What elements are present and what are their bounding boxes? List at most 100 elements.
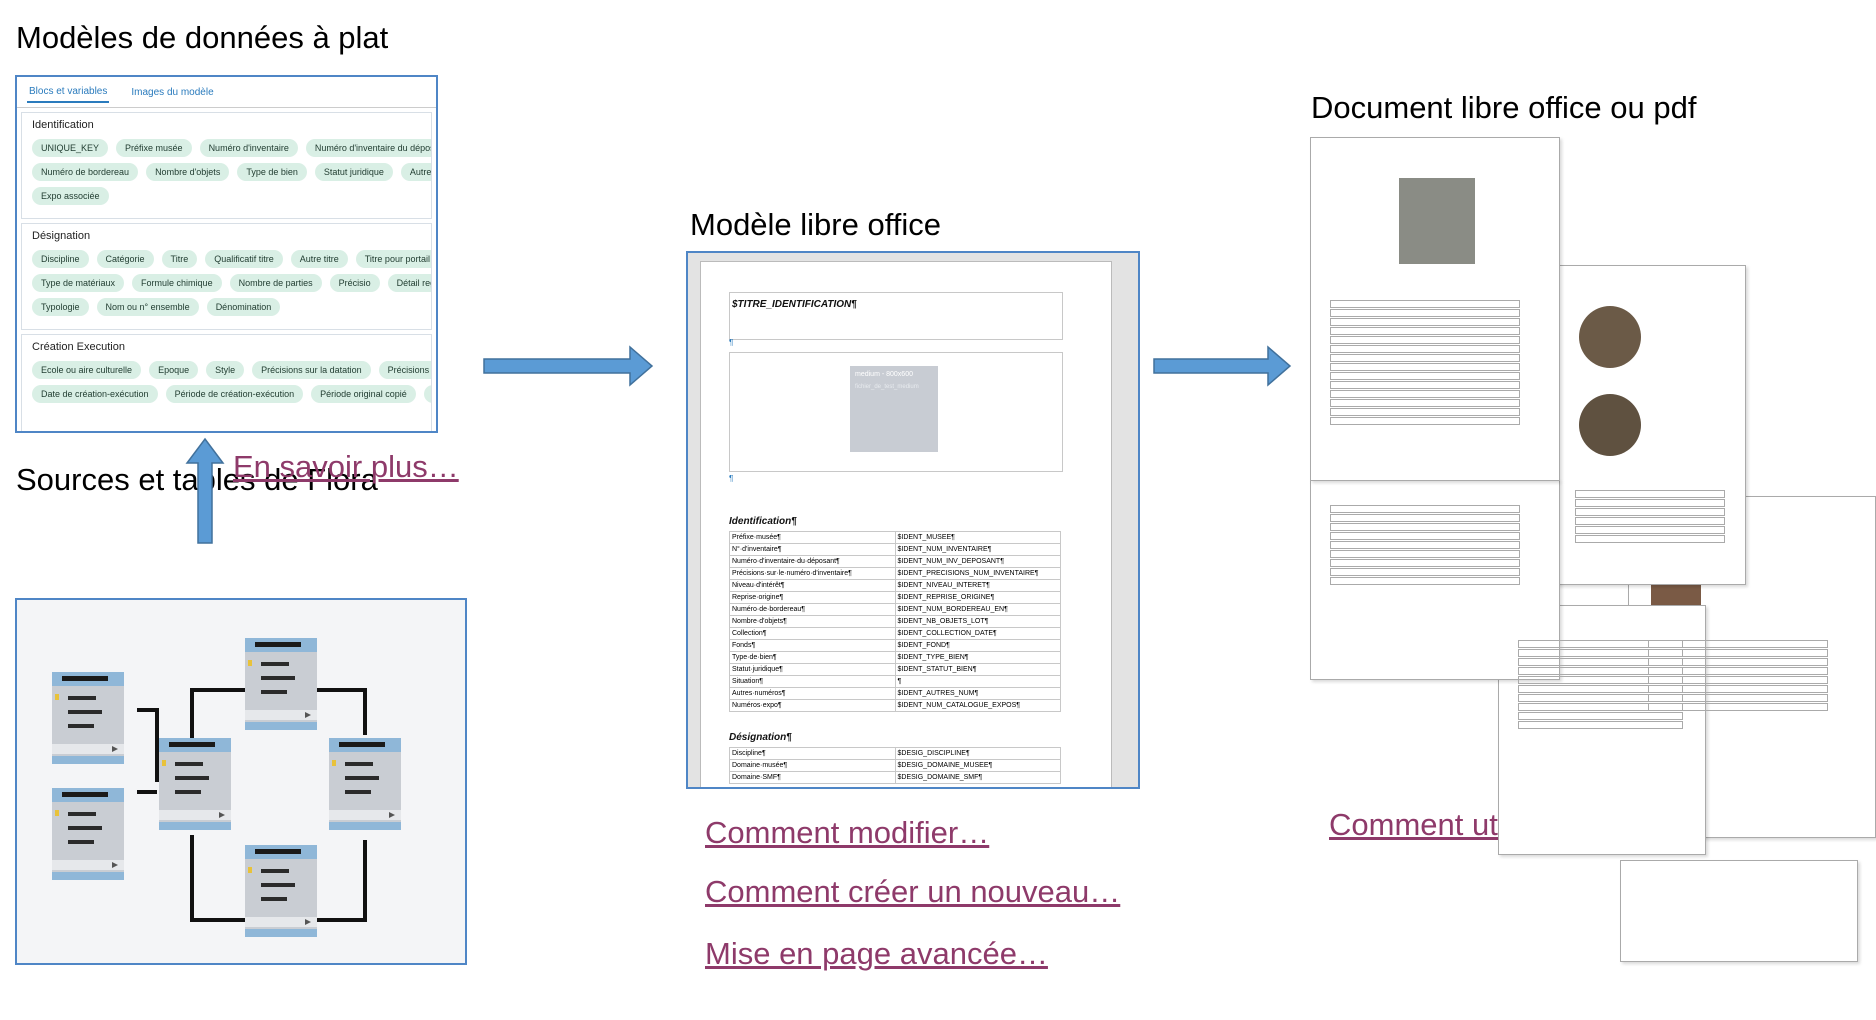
- variable-chip[interactable]: Numéro d'inventaire du déposant: [305, 139, 431, 157]
- how-create-link[interactable]: Comment créer un nouveau…: [705, 874, 1120, 910]
- variable-chip[interactable]: Détail registres sous-inventaire: [387, 274, 431, 292]
- field-label-cell: Type·de·bien¶: [729, 651, 896, 664]
- variable-chip[interactable]: Nombre de parties: [229, 274, 322, 292]
- field-label-cell: Reprise·origine¶: [729, 591, 896, 604]
- paragraph-mark: ¶: [729, 474, 734, 483]
- variable-chip[interactable]: Période de création-exécution: [165, 385, 304, 403]
- mini-table-row: [1330, 363, 1520, 371]
- advanced-layout-link[interactable]: Mise en page avancée…: [705, 936, 1048, 972]
- variable-chip[interactable]: Précisions sur lieu de créa: [378, 361, 431, 379]
- output-page: [1620, 860, 1858, 962]
- chip-list: Ecole ou aire culturelle Epoque Style Préci…: [32, 361, 431, 403]
- variable-chip[interactable]: Préfixe musée: [116, 139, 192, 157]
- field-label-cell: Collection¶: [729, 627, 896, 640]
- table-row: Fonds¶ $IDENT_FOND¶: [729, 639, 1061, 652]
- variable-chip[interactable]: Style: [206, 361, 245, 379]
- mini-table-row: [1575, 490, 1725, 498]
- field-label-cell: N°·d'inventaire¶: [729, 543, 896, 556]
- output-doc-title: Document libre office ou pdf: [1311, 90, 1697, 125]
- variable-chip[interactable]: Typologie: [32, 298, 89, 316]
- flat-models-title: Modèles de données à plat: [16, 20, 389, 55]
- mini-table-row: [1330, 550, 1520, 558]
- variable-chip[interactable]: Expo associée: [32, 187, 109, 205]
- identification-table: Préfixe·musée¶ $IDENT_MUSEE¶ N°·d'inventai…: [729, 531, 1061, 712]
- table-row: Discipline¶ $DESIG_DISCIPLINE¶: [729, 747, 1061, 760]
- variable-chip[interactable]: Numéro de bordereau: [32, 163, 139, 181]
- section-designation: Désignation¶: [729, 732, 792, 743]
- variable-chip[interactable]: Titre pour portail: [355, 250, 431, 268]
- variable-chip[interactable]: Qualificatif titre: [205, 250, 283, 268]
- table-row: Type·de·bien¶ $IDENT_TYPE_BIEN¶: [729, 651, 1061, 664]
- variable-chip[interactable]: Catégorie: [96, 250, 154, 268]
- variable-chip[interactable]: Précisions sur la datation: [252, 361, 371, 379]
- variable-chip[interactable]: Nombre d'objets: [146, 163, 230, 181]
- variable-chip[interactable]: Nom ou n° ensemble: [96, 298, 199, 316]
- object-image: [1399, 178, 1475, 264]
- field-variable-cell: $IDENT_NUM_BORDEREAU_EN¶: [894, 603, 1061, 616]
- variable-chip[interactable]: Formule chimique: [132, 274, 222, 292]
- block-identification: Identification UNIQUE_KEY Préfixe musée Nu…: [21, 112, 432, 219]
- field-label-cell: Numéros·expo¶: [729, 699, 896, 712]
- variable-chip[interactable]: Autre titre: [290, 250, 348, 268]
- field-label-cell: Numéro·d'inventaire·du·déposant¶: [729, 555, 896, 568]
- variable-chip[interactable]: Lieu de créa: [423, 385, 431, 403]
- variable-chip[interactable]: UNIQUE_KEY: [32, 139, 109, 157]
- field-label-cell: Autres·numéros¶: [729, 687, 896, 700]
- mini-table-row: [1575, 517, 1725, 525]
- variable-chip[interactable]: Type de matériaux: [32, 274, 125, 292]
- mini-table-row: [1330, 523, 1520, 531]
- field-label-cell: Fonds¶: [729, 639, 896, 652]
- mini-table-row: [1575, 526, 1725, 534]
- table-icon: [329, 738, 401, 830]
- block-title: Création Execution: [32, 341, 125, 353]
- field-variable-cell: $IDENT_NUM_INVENTAIRE¶: [894, 543, 1061, 556]
- how-modify-link[interactable]: Comment modifier…: [705, 815, 989, 851]
- mini-table-row: [1330, 300, 1520, 308]
- image-frame: medium - 800x600 fichier_de_test_medium: [729, 352, 1063, 472]
- field-variable-cell: $IDENT_PRECISIONS_NUM_INVENTAIRE¶: [894, 567, 1061, 580]
- variable-chip[interactable]: Date de création-exécution: [32, 385, 158, 403]
- variable-chip[interactable]: Titre: [161, 250, 198, 268]
- table-row: Numéro·d'inventaire·du·déposant¶ $IDENT_N…: [729, 555, 1061, 568]
- field-variable-cell: $IDENT_REPRISE_ORIGINE¶: [894, 591, 1061, 604]
- variable-chip[interactable]: Statut juridique: [314, 163, 393, 181]
- template-page: $TITRE_IDENTIFICATION¶ medium - 800x600 …: [700, 261, 1112, 787]
- variable-chip[interactable]: Numéro d'inventaire: [199, 139, 298, 157]
- chip-list: Discipline Catégorie Titre Qualificatif tit…: [32, 250, 431, 316]
- field-variable-cell: $DESIG_DISCIPLINE¶: [894, 747, 1061, 760]
- mini-table-row: [1575, 499, 1725, 507]
- mini-table-row: [1330, 318, 1520, 326]
- learn-more-link[interactable]: En savoir plus…: [233, 449, 459, 485]
- field-variable-cell: $DESIG_DOMAINE_SMF¶: [894, 771, 1061, 784]
- field-label-cell: Domaine·musée¶: [729, 759, 896, 772]
- image-placeholder: medium - 800x600 fichier_de_test_medium: [850, 366, 938, 452]
- table-row: Statut·juridique¶ $IDENT_STATUT_BIEN¶: [729, 663, 1061, 676]
- lo-template-title: Modèle libre office: [690, 207, 942, 242]
- flat-models-panel: Blocs et variables Images du modèle Iden…: [15, 75, 438, 433]
- tab-model-images[interactable]: Images du modèle: [129, 83, 215, 102]
- table-row: Préfixe·musée¶ $IDENT_MUSEE¶: [729, 531, 1061, 544]
- mini-table-row: [1648, 676, 1828, 684]
- variable-chip[interactable]: Précisio: [329, 274, 380, 292]
- tab-blocks-variables[interactable]: Blocs et variables: [27, 82, 110, 103]
- coin-image: [1579, 306, 1641, 368]
- variable-chip[interactable]: Dénomination: [206, 298, 281, 316]
- variable-chip[interactable]: Autres numéros: [400, 163, 431, 181]
- field-label-cell: Statut·juridique¶: [729, 663, 896, 676]
- table-row: Précisions·sur·le·numéro·d'inventaire¶ $I…: [729, 567, 1061, 580]
- variable-chip[interactable]: Discipline: [32, 250, 89, 268]
- field-variable-cell: $IDENT_COLLECTION_DATE¶: [894, 627, 1061, 640]
- field-label-cell: Niveau·d'intérêt¶: [729, 579, 896, 592]
- template-header-var: $TITRE_IDENTIFICATION¶: [732, 299, 857, 310]
- field-variable-cell: $DESIG_DOMAINE_MUSEE¶: [894, 759, 1061, 772]
- variable-chip[interactable]: Type de bien: [237, 163, 307, 181]
- table-row: Situation¶ ¶: [729, 675, 1061, 688]
- coin-image: [1579, 394, 1641, 456]
- field-label-cell: Discipline¶: [729, 747, 896, 760]
- variable-chip[interactable]: Epoque: [149, 361, 199, 379]
- flora-tables-panel: [15, 598, 467, 965]
- variable-chip[interactable]: Période original copié: [311, 385, 416, 403]
- variable-chip[interactable]: Ecole ou aire culturelle: [32, 361, 142, 379]
- table-icon: [52, 788, 124, 880]
- mini-table-row: [1575, 535, 1725, 543]
